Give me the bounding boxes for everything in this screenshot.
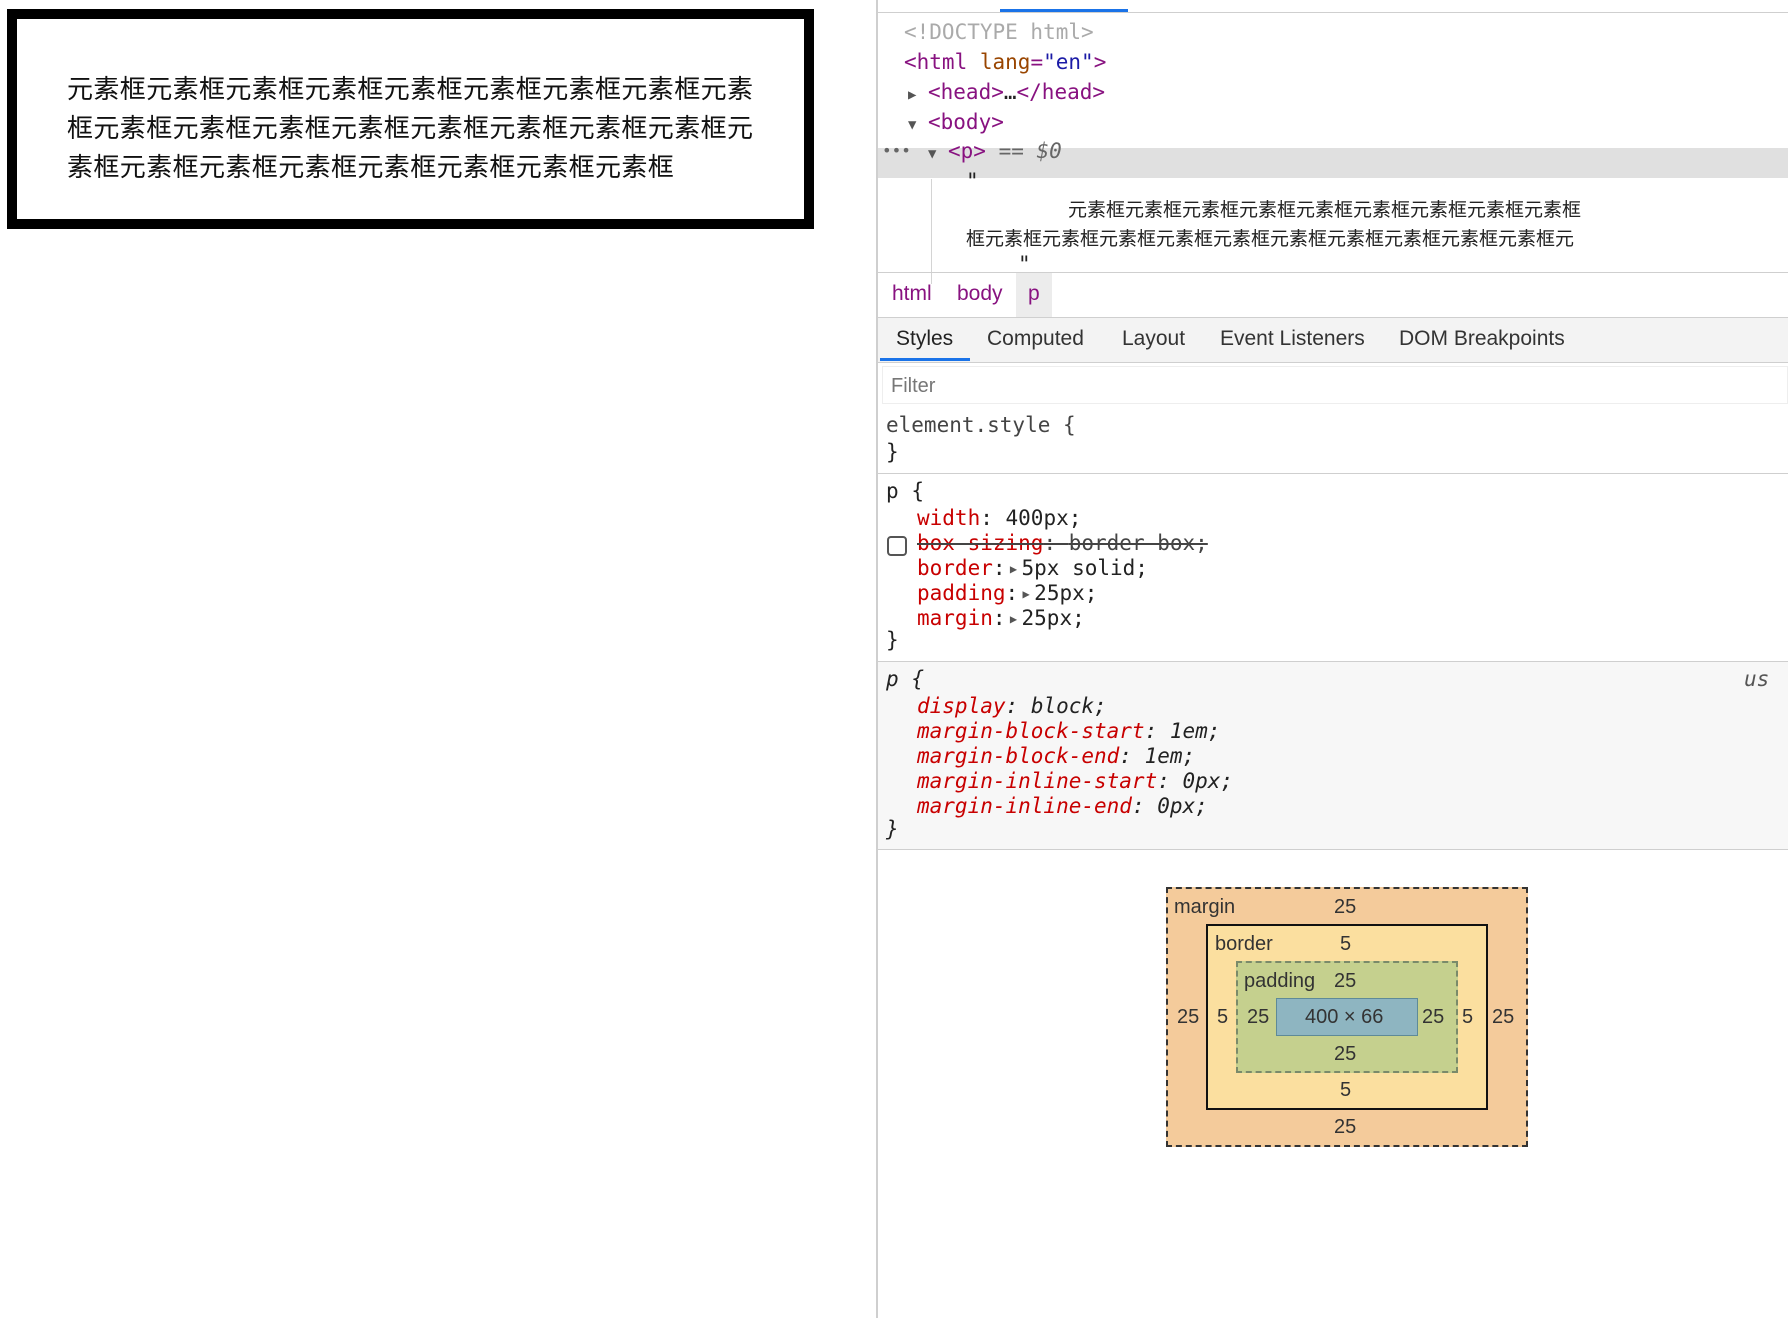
- page-preview: 元素框元素框元素框元素框元素框元素框元素框元素框元素框元素框元素框元素框元素框元…: [0, 0, 876, 1318]
- close-brace: }: [886, 628, 899, 652]
- prop-margin-inline-end: margin-inline-end: 0px;: [917, 794, 1208, 818]
- close-brace: }: [886, 817, 899, 841]
- prop-margin-inline-start: margin-inline-start: 0px;: [917, 769, 1234, 793]
- text-node-line-2[interactable]: 框元素框元素框元素框元素框元素框元素框元素框元素框元素框元素框元: [966, 224, 1574, 254]
- border-right-value[interactable]: 5: [1462, 1005, 1473, 1029]
- margin-left-value[interactable]: 25: [1177, 1005, 1199, 1029]
- paragraph-text: 元素框元素框元素框元素框元素框元素框元素框元素框元素框元素框元素框元素框元素框元…: [67, 75, 754, 183]
- element-style-selector[interactable]: element.style {: [886, 413, 1076, 438]
- selected-node-marker: == $0: [998, 139, 1062, 163]
- padding-label: padding: [1244, 970, 1316, 992]
- tab-computed[interactable]: Computed: [987, 318, 1084, 362]
- prop-margin[interactable]: margin: ▶ 25px;: [917, 606, 1085, 631]
- border-left-value[interactable]: 5: [1217, 1005, 1228, 1029]
- text-node-line-1[interactable]: 元素框元素框元素框元素框元素框元素框元素框元素框元素框: [1068, 195, 1581, 225]
- styles-tab-bar: Styles Computed Layout Event Listeners D…: [878, 318, 1788, 363]
- prop-box-sizing-disabled[interactable]: box-sizing: border-box;: [917, 531, 1208, 556]
- html-lang-attr-value: "en": [1043, 50, 1094, 74]
- node-actions-dots[interactable]: •••: [882, 136, 911, 166]
- styles-filter-input[interactable]: Filter: [882, 366, 1788, 404]
- expand-triangle-icon[interactable]: ▶: [908, 80, 928, 110]
- collapse-triangle-icon[interactable]: ▼: [928, 139, 948, 169]
- collapsed-ellipsis: …: [1003, 80, 1017, 104]
- border-label: border: [1215, 933, 1273, 955]
- prop-border[interactable]: border: ▶ 5px solid;: [917, 556, 1148, 581]
- element-style-rule: element.style { }: [878, 410, 1788, 474]
- stylesheet-source-link[interactable]: us: [1744, 667, 1769, 692]
- prop-display: display: block;: [917, 694, 1107, 718]
- rule-selector-line[interactable]: p {: [886, 479, 924, 504]
- border-bottom-value[interactable]: 5: [1340, 1078, 1351, 1102]
- collapse-triangle-icon[interactable]: ▼: [908, 110, 928, 140]
- p-author-rule: p { width: 400px; box-sizing: border-box…: [878, 474, 1788, 662]
- body-node[interactable]: ▼ <body>: [908, 107, 1004, 137]
- tab-styles[interactable]: Styles: [896, 318, 953, 362]
- elements-tab-indicator: [1000, 9, 1128, 12]
- tree-guide-line: [931, 179, 932, 284]
- padding-top-value[interactable]: 25: [1334, 969, 1356, 993]
- expand-shorthand-icon[interactable]: ▶: [1018, 582, 1034, 607]
- breadcrumb-html[interactable]: html: [880, 273, 944, 317]
- padding-left-value[interactable]: 25: [1247, 1005, 1269, 1029]
- prop-margin-block-start: margin-block-start: 1em;: [917, 719, 1221, 743]
- devtools-top-bar: [878, 0, 1788, 13]
- p-node-selected[interactable]: ▼ <p> == $0: [928, 136, 1062, 166]
- html-lang-attr-name: lang: [979, 50, 1031, 74]
- property-toggle-checkbox[interactable]: [887, 536, 907, 556]
- paragraph-box[interactable]: 元素框元素框元素框元素框元素框元素框元素框元素框元素框元素框元素框元素框元素框元…: [7, 9, 814, 229]
- box-model-diagram: margin 25 25 25 25 border 5 5 5 5 paddin…: [1166, 887, 1528, 1147]
- p-user-agent-rule: p { us display: block; margin-block-star…: [878, 662, 1788, 850]
- breadcrumb-body[interactable]: body: [945, 273, 1015, 317]
- html-open-tag: <html: [904, 50, 968, 74]
- tab-layout[interactable]: Layout: [1122, 318, 1185, 362]
- prop-margin-block-end: margin-block-end: 1em;: [917, 744, 1196, 768]
- active-tab-underline: [880, 358, 970, 361]
- breadcrumb-p[interactable]: p: [1016, 273, 1052, 317]
- padding-right-value[interactable]: 25: [1422, 1005, 1444, 1029]
- content-size-value[interactable]: 400 × 66: [1305, 1005, 1383, 1029]
- prop-padding[interactable]: padding: ▶ 25px;: [917, 581, 1097, 606]
- expand-shorthand-icon[interactable]: ▶: [1006, 557, 1022, 582]
- rule-selector-line[interactable]: p {: [886, 667, 924, 692]
- tab-event-listeners[interactable]: Event Listeners: [1220, 318, 1365, 362]
- prop-width[interactable]: width: 400px;: [917, 506, 1081, 531]
- head-node[interactable]: ▶ <head>…</head>: [908, 77, 1105, 107]
- margin-top-value[interactable]: 25: [1334, 895, 1356, 919]
- expand-shorthand-icon[interactable]: ▶: [1006, 607, 1022, 632]
- tab-dom-breakpoints[interactable]: DOM Breakpoints: [1399, 318, 1565, 362]
- padding-bottom-value[interactable]: 25: [1334, 1042, 1356, 1066]
- text-node-quote-open: ": [966, 169, 979, 193]
- dom-tree: <!DOCTYPE html> <html lang="en"> ▶ <head>…: [878, 13, 1788, 284]
- margin-bottom-value[interactable]: 25: [1334, 1115, 1356, 1139]
- breadcrumb: html body p: [878, 272, 1788, 318]
- html-node[interactable]: <html lang="en">: [904, 47, 1106, 77]
- margin-right-value[interactable]: 25: [1492, 1005, 1514, 1029]
- devtools-panel: <!DOCTYPE html> <html lang="en"> ▶ <head>…: [876, 0, 1788, 1318]
- margin-label: margin: [1174, 896, 1236, 918]
- doctype-node[interactable]: <!DOCTYPE html>: [904, 17, 1094, 47]
- border-top-value[interactable]: 5: [1340, 932, 1351, 956]
- close-brace: }: [886, 440, 899, 464]
